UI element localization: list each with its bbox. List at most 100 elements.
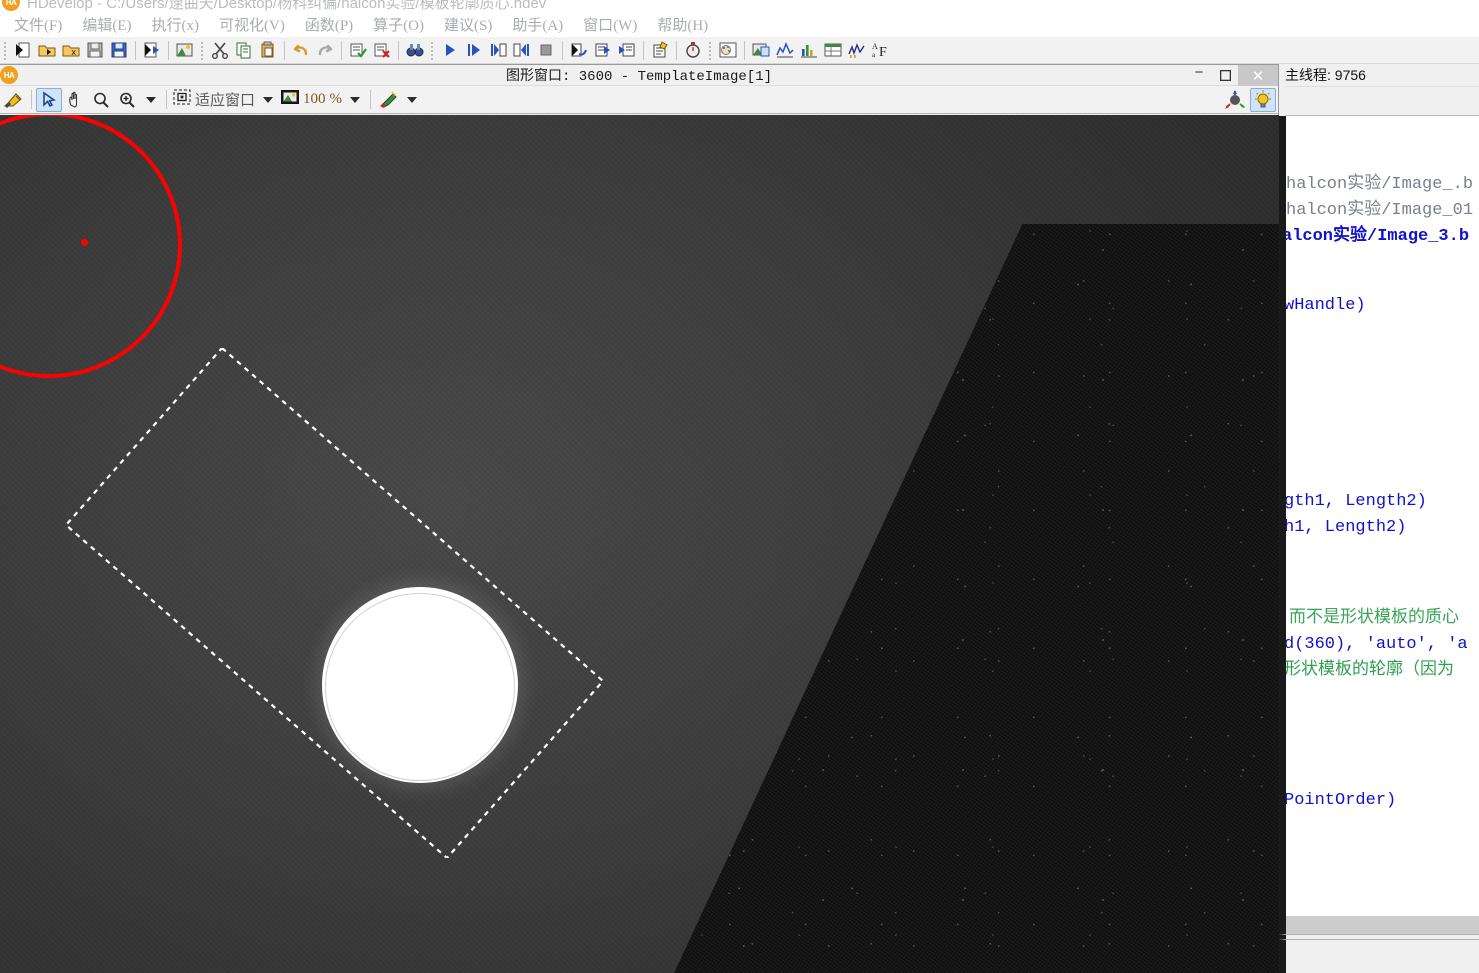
zoom-level-value: 100 (303, 91, 326, 107)
menu-help[interactable]: 帮助(H) (647, 12, 718, 37)
open-folder-icon[interactable] (35, 39, 59, 62)
menu-visualization[interactable]: 可视化(V) (209, 12, 295, 37)
zoom-in-icon[interactable] (114, 88, 140, 112)
deactivate-line-icon[interactable] (370, 39, 394, 62)
svg-text:a: a (872, 51, 876, 59)
cut-icon[interactable] (208, 39, 232, 62)
graphics-window-title: 图形窗口: 3600 - TemplateImage[1] (505, 69, 773, 85)
fit-window-icon (173, 89, 191, 110)
code-line: wHandle) (1284, 296, 1366, 315)
toolbar-separator (166, 90, 167, 109)
zoom-level-chevron-down-icon[interactable] (350, 96, 361, 103)
gray-histogram-icon[interactable] (773, 39, 797, 62)
app-logo-icon: HA (2, 0, 20, 11)
menu-window[interactable]: 窗口(W) (573, 12, 647, 37)
zoom-level-combo[interactable]: 100 % (279, 88, 344, 112)
gray-profile-icon[interactable] (845, 39, 869, 62)
menu-assistants[interactable]: 助手(A) (502, 12, 573, 37)
menu-edit[interactable]: 编辑(E) (72, 12, 141, 37)
open-folder-recent-icon[interactable]: x (59, 39, 83, 62)
code-line: 而不是形状模板的质心 (1289, 609, 1459, 628)
zoom-magnifier-icon[interactable] (88, 88, 114, 112)
tools-chevron-down-icon[interactable] (146, 96, 156, 103)
program-window-panel: 主线程: 9756 halcon实验/Image_.b halcon实验/Ima… (1279, 64, 1479, 973)
fit-window-chevron-down-icon[interactable] (263, 96, 274, 103)
axes-3d-icon[interactable] (1222, 88, 1248, 112)
step-out-icon[interactable] (510, 39, 534, 62)
stop-icon[interactable] (534, 39, 558, 62)
menu-execute[interactable]: 执行(x) (142, 12, 210, 37)
set-pc-icon[interactable] (615, 39, 639, 62)
toolbar-grip[interactable] (2, 40, 9, 60)
toolbar-separator (398, 40, 399, 60)
eraser-icon[interactable] (1, 88, 27, 112)
menubar: 文件(F) 编辑(E) 执行(x) 可视化(V) 函数(P) 算子(O) 建议(… (0, 12, 1479, 37)
toolbar-separator (676, 40, 677, 60)
program-tab-strip[interactable] (1285, 86, 1479, 116)
save-as-icon[interactable] (107, 39, 131, 62)
minimize-button[interactable]: − (1186, 64, 1212, 86)
toolbar-separator (744, 40, 745, 60)
fit-window-label: 适应窗口 (195, 93, 256, 109)
pan-hand-icon[interactable] (62, 88, 88, 112)
close-button[interactable]: ✕ (1238, 65, 1278, 86)
variable-window-icon[interactable] (821, 39, 845, 62)
toolbar-grip[interactable] (707, 40, 714, 60)
toolbar-separator (643, 40, 644, 60)
menu-suggestions[interactable]: 建议(S) (434, 12, 502, 37)
graphics-canvas[interactable] (0, 115, 1279, 973)
save-icon[interactable] (83, 39, 107, 62)
activate-line-icon[interactable] (346, 39, 370, 62)
code-line: halcon实验/Image_01 (1286, 201, 1474, 220)
stopwatch-icon[interactable] (681, 39, 705, 62)
graphics-window-titlebar[interactable]: HA 图形窗口: 3600 - TemplateImage[1] − ✕ (0, 64, 1278, 86)
code-horizontal-scrollbar[interactable] (1279, 916, 1479, 934)
code-line: alcon实验/Image_3.b (1282, 227, 1470, 246)
continue-icon[interactable] (591, 39, 615, 62)
image-acquisition-icon[interactable] (173, 39, 197, 62)
pen-color-icon[interactable] (375, 88, 401, 112)
color-palette-icon[interactable] (716, 39, 740, 62)
feature-histogram-icon[interactable] (797, 39, 821, 62)
bright-disc-object (322, 587, 518, 783)
redo-icon[interactable] (313, 39, 337, 62)
lightbulb-icon[interactable] (1250, 88, 1276, 112)
toolbar-grip[interactable] (429, 40, 436, 60)
toolbar-separator (168, 40, 169, 60)
toolbar-separator (31, 90, 32, 109)
undo-icon[interactable] (289, 39, 313, 62)
edit-procedure-icon[interactable] (648, 39, 672, 62)
menu-file[interactable]: 文件(F) (4, 12, 72, 37)
zoom-image-icon (281, 89, 300, 110)
svg-text:A: A (872, 42, 878, 51)
step-into-icon[interactable] (486, 39, 510, 62)
graphics-window: HA 图形窗口: 3600 - TemplateImage[1] − ✕ 适应窗… (0, 64, 1279, 973)
code-line: PointOrder) (1284, 791, 1397, 810)
pen-color-chevron-down-icon[interactable] (407, 96, 418, 103)
export-icon[interactable] (140, 39, 164, 62)
copy-icon[interactable] (232, 39, 256, 62)
hdevelop-window: HA HDevelop - C:/Users/逯曲夭/Desktop/杨科纠偏/… (0, 0, 1479, 973)
reset-program-icon[interactable] (567, 39, 591, 62)
panel-splitter[interactable] (1279, 934, 1479, 940)
toolbar-separator (284, 40, 285, 60)
step-over-icon[interactable] (462, 39, 486, 62)
run-icon[interactable] (438, 39, 462, 62)
menu-procedures[interactable]: 函数(P) (295, 12, 363, 37)
code-editor[interactable]: halcon实验/Image_.b halcon实验/Image_01 alco… (1279, 116, 1479, 916)
font-icon[interactable]: A a F (869, 39, 893, 62)
menu-operators[interactable]: 算子(O) (363, 12, 434, 37)
maximize-button[interactable] (1212, 65, 1238, 86)
binoculars-icon[interactable] (403, 39, 427, 62)
red-centroid-point-overlay (81, 239, 88, 246)
thread-label: 主线程: 9756 (1279, 64, 1479, 86)
toolbar-separator (135, 40, 136, 60)
graphics-window-icon[interactable] (749, 39, 773, 62)
paste-icon[interactable] (256, 39, 280, 62)
arrow-select-icon[interactable] (36, 87, 62, 112)
toolbar-grip[interactable] (199, 40, 206, 60)
code-line: d(360), 'auto', 'a (1284, 635, 1468, 654)
fit-window-combo[interactable]: 适应窗口 (171, 88, 257, 112)
window-title: HDevelop - C:/Users/逯曲夭/Desktop/杨科纠偏/hal… (27, 0, 547, 12)
new-file-icon[interactable] (11, 39, 35, 62)
